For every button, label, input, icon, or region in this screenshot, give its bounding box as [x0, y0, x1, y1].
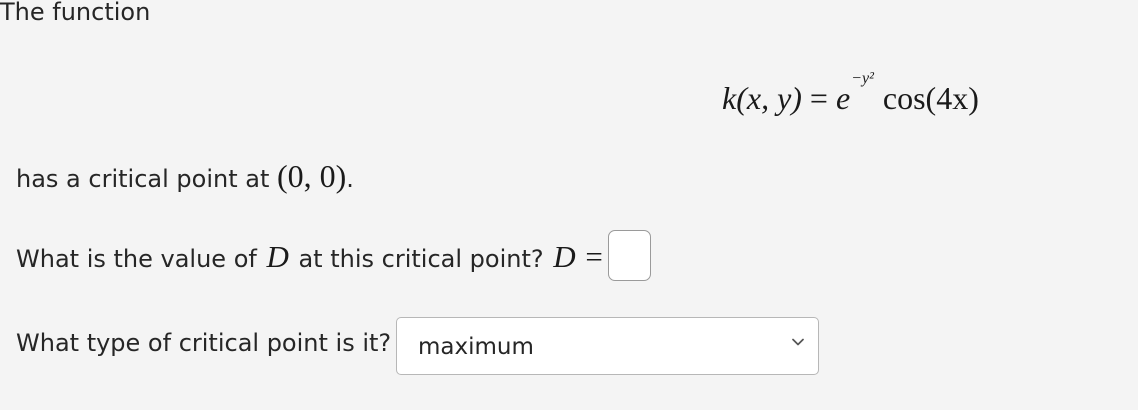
d-equals: = [577, 239, 603, 274]
formula-lhs: k(x, y) [722, 80, 802, 116]
critical-point-value: (0, 0) [276, 158, 347, 194]
function-formula: k(x, y) = e−y² cos(4x) [722, 71, 979, 116]
d-question-middle: at this critical point? [290, 245, 552, 273]
formula-rhs: cos(4x) [874, 80, 979, 116]
critical-type-label: What type of critical point is it? [16, 329, 392, 357]
critical-type-selected-value: maximum [418, 334, 534, 360]
d-answer-label: D [553, 239, 576, 274]
formula-base: e [835, 80, 851, 116]
critical-type-select[interactable]: maximum [396, 317, 819, 375]
d-variable: D [266, 239, 289, 274]
d-question: What is the value of D at this critical … [16, 241, 603, 272]
chevron-down-icon [792, 338, 804, 346]
critical-suffix: . [346, 165, 354, 193]
critical-prefix: has a critical point at [16, 165, 277, 193]
critical-point-statement: has a critical point at (0, 0). [16, 160, 354, 192]
formula-equals: = [801, 80, 836, 116]
d-question-prefix: What is the value of [16, 245, 265, 273]
intro-text: The function [0, 0, 151, 26]
d-answer-input[interactable] [608, 230, 651, 281]
formula-exponent: −y² [851, 70, 874, 88]
